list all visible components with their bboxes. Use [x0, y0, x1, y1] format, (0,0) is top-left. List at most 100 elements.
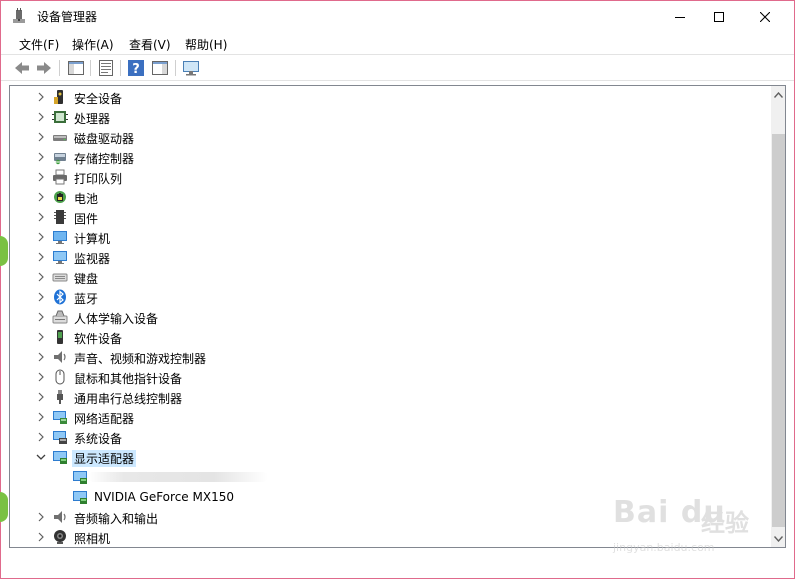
- device-category[interactable]: 处理器: [10, 107, 770, 127]
- menu-action[interactable]: 操作(A): [72, 36, 114, 53]
- background-decoration: [0, 492, 8, 522]
- device-manager-app-icon: [13, 8, 25, 23]
- chevron-right-icon[interactable]: [36, 511, 46, 523]
- device-category[interactable]: 人体学输入设备: [10, 307, 770, 327]
- device-label: 显示适配器: [72, 450, 137, 467]
- chevron-right-icon[interactable]: [36, 91, 46, 103]
- device-label: 声音、视频和游戏控制器: [74, 352, 207, 366]
- toolbar-separator: [175, 60, 176, 76]
- device-category[interactable]: 显示适配器: [10, 447, 770, 467]
- chevron-right-icon[interactable]: [36, 351, 46, 363]
- device-category[interactable]: 网络适配器: [10, 407, 770, 427]
- device-category[interactable]: 蓝牙: [10, 287, 770, 307]
- scroll-up-button[interactable]: [771, 86, 785, 103]
- usb-icon: [57, 390, 63, 404]
- security-device-icon: [54, 90, 63, 104]
- device-label: 网络适配器: [74, 412, 135, 426]
- chevron-right-icon[interactable]: [36, 291, 46, 303]
- device-category[interactable]: 监视器: [10, 247, 770, 267]
- device-category[interactable]: 电池: [10, 187, 770, 207]
- device-category[interactable]: 计算机: [10, 227, 770, 247]
- vertical-scrollbar[interactable]: [771, 86, 785, 547]
- chevron-right-icon[interactable]: [36, 171, 46, 183]
- chevron-right-icon[interactable]: [36, 271, 46, 283]
- back-arrow-icon[interactable]: [13, 59, 31, 77]
- close-icon: [760, 11, 770, 22]
- device-category[interactable]: 通用串行总线控制器: [10, 387, 770, 407]
- action-pane-icon[interactable]: [151, 59, 169, 77]
- device-category[interactable]: 系统设备: [10, 427, 770, 447]
- device-label: 照相机: [74, 532, 111, 546]
- toolbar-separator: [90, 60, 91, 76]
- scan-hardware-icon[interactable]: [182, 59, 200, 77]
- chevron-right-icon[interactable]: [36, 251, 46, 263]
- printer-icon: [53, 169, 67, 185]
- hid-icon: [52, 310, 68, 324]
- device-label: NVIDIA GeForce MX150: [94, 490, 234, 504]
- scrollbar-thumb[interactable]: [772, 134, 785, 527]
- properties-icon[interactable]: [97, 59, 115, 77]
- close-button[interactable]: [742, 1, 788, 32]
- device-category[interactable]: 键盘: [10, 267, 770, 287]
- device-manager-window: 设备管理器 文件(F) 操作(A) 查看(V) 帮助(H) ? 安全设备 处理器…: [0, 0, 795, 579]
- chevron-right-icon[interactable]: [36, 151, 46, 163]
- chevron-down-icon[interactable]: [36, 451, 46, 463]
- device-category[interactable]: 固件: [10, 207, 770, 227]
- speaker-icon: [54, 351, 66, 363]
- device-label: 电池: [74, 192, 99, 206]
- device-category[interactable]: 存储控制器: [10, 147, 770, 167]
- bluetooth-icon: [54, 289, 66, 305]
- device-category[interactable]: 打印队列: [10, 167, 770, 187]
- chevron-right-icon[interactable]: [36, 371, 46, 383]
- redacted-label: [88, 472, 268, 482]
- chevron-right-icon[interactable]: [36, 111, 46, 123]
- device-category[interactable]: 声音、视频和游戏控制器: [10, 347, 770, 367]
- watermark-site: jingyan.baidu.com: [613, 541, 715, 554]
- chevron-right-icon[interactable]: [36, 211, 46, 223]
- chevron-right-icon[interactable]: [36, 311, 46, 323]
- chevron-right-icon[interactable]: [36, 391, 46, 403]
- device-category[interactable]: 软件设备: [10, 327, 770, 347]
- background-decoration: [0, 236, 8, 266]
- camera-icon: [54, 530, 66, 544]
- window-title: 设备管理器: [37, 10, 98, 24]
- chevron-right-icon[interactable]: [36, 331, 46, 343]
- chevron-right-icon[interactable]: [36, 411, 46, 423]
- menu-file[interactable]: 文件(F): [19, 36, 59, 53]
- toolbar-separator: [59, 60, 60, 76]
- chevron-right-icon[interactable]: [36, 531, 46, 543]
- device-label: 人体学输入设备: [74, 312, 159, 326]
- device-label: 音频输入和输出: [74, 512, 159, 526]
- mouse-icon: [55, 369, 65, 385]
- device-tree[interactable]: 安全设备处理器 磁盘驱动器存储控制器打印队列电池 固件 计算机 监视器 键盘 蓝牙人体学输入…: [9, 85, 786, 548]
- forward-arrow-icon[interactable]: [35, 59, 53, 77]
- title-bar[interactable]: 设备管理器: [1, 1, 794, 32]
- network-adapter-icon: [53, 411, 67, 424]
- device-label: 处理器: [74, 112, 111, 126]
- firmware-icon: [54, 210, 66, 224]
- device-label: 存储控制器: [74, 152, 135, 166]
- help-icon[interactable]: ?: [127, 59, 145, 77]
- device-item-obscured[interactable]: [10, 467, 770, 487]
- keyboard-icon: [52, 273, 68, 282]
- display-adapter-icon: [73, 491, 87, 504]
- device-category[interactable]: 安全设备: [10, 87, 770, 107]
- menu-view[interactable]: 查看(V): [129, 36, 171, 53]
- chevron-right-icon[interactable]: [36, 191, 46, 203]
- toolbar: ?: [1, 54, 794, 81]
- maximize-icon: [714, 11, 724, 22]
- minimize-icon: [675, 16, 685, 18]
- device-label: 安全设备: [74, 92, 123, 106]
- scroll-down-button[interactable]: [771, 530, 785, 547]
- toolbar-separator: [120, 60, 121, 76]
- maximize-button[interactable]: [696, 1, 742, 32]
- device-category[interactable]: 鼠标和其他指针设备: [10, 367, 770, 387]
- watermark-jingyan: 经验: [701, 509, 749, 537]
- chevron-right-icon[interactable]: [36, 231, 46, 243]
- menu-help[interactable]: 帮助(H): [185, 36, 227, 53]
- device-label: 打印队列: [74, 172, 123, 186]
- device-category[interactable]: 磁盘驱动器: [10, 127, 770, 147]
- chevron-right-icon[interactable]: [36, 131, 46, 143]
- show-hide-console-tree-icon[interactable]: [67, 59, 85, 77]
- chevron-right-icon[interactable]: [36, 431, 46, 443]
